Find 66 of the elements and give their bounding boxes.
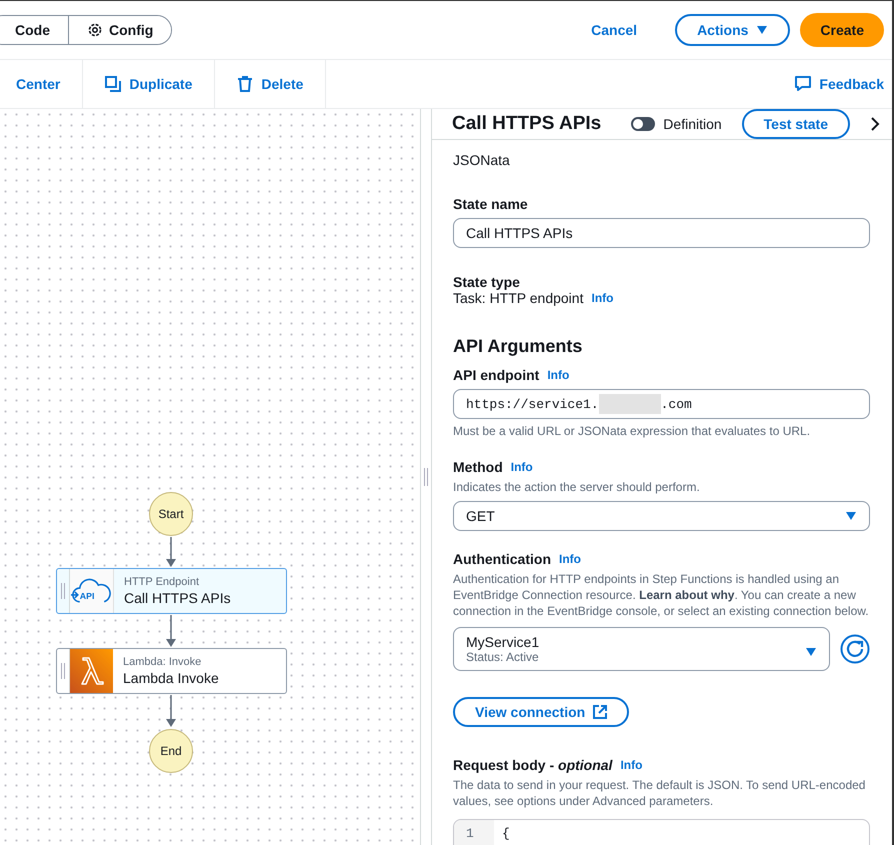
- url-text: .com: [660, 396, 692, 412]
- connector-arrow: [166, 695, 176, 727]
- info-link[interactable]: Info: [620, 758, 642, 772]
- settings-icon: [87, 22, 103, 38]
- center-button[interactable]: Center: [0, 60, 84, 108]
- cancel-button[interactable]: Cancel: [585, 21, 644, 39]
- state-type: Lambda: Invoke: [123, 656, 202, 668]
- field-label: Request body - optional: [453, 757, 612, 773]
- comment-icon: [795, 76, 812, 92]
- actions-button[interactable]: Actions: [675, 14, 790, 46]
- state-name: Lambda Invoke: [123, 670, 219, 686]
- field-description: Authentication for HTTP endpoints in Step Functions is handled using an EventBridge Connection resource. Learn about why. You can create a new connection in the EventBridge console, or select an existing connection below.: [453, 571, 870, 619]
- connection-name: MyService1: [466, 634, 540, 650]
- connector-arrow: [166, 537, 176, 567]
- state-type: HTTP Endpoint: [124, 576, 200, 588]
- caret-icon: [805, 647, 817, 657]
- state-name: Call HTTPS APIs: [124, 590, 231, 606]
- field-label: State name: [453, 196, 528, 212]
- lambda-icon: [70, 649, 113, 693]
- connection-dropdown[interactable]: MyService1 Status: Active: [453, 627, 830, 671]
- field-description: Indicates the action the server should perform.: [453, 479, 700, 495]
- api-cloud-icon: API: [70, 569, 114, 613]
- field-label: API endpoint: [453, 367, 540, 383]
- state-node[interactable]: API HTTP Endpoint Call HTTPS APIs: [56, 568, 287, 614]
- state-name-field[interactable]: Call HTTPS APIs: [453, 218, 870, 248]
- field-description: The data to send in your request. The default is JSON. To send URL-encoded values, see options under Advanced parameters.: [453, 777, 866, 809]
- info-link[interactable]: Info: [559, 552, 581, 566]
- copy-icon: [105, 76, 122, 92]
- resize-handle[interactable]: [420, 109, 432, 845]
- delete-button[interactable]: Delete: [215, 60, 326, 108]
- info-link[interactable]: Info: [510, 460, 533, 474]
- api-endpoint-field[interactable]: https://service1. .com: [453, 389, 870, 419]
- panel-title: Call HTTPS APIs: [452, 113, 602, 135]
- query-language-value: JSONata: [453, 152, 510, 168]
- toggle-switch[interactable]: [631, 117, 656, 131]
- state-type-value: Task: HTTP endpoint: [453, 290, 584, 306]
- toggle-label: Definition: [663, 116, 722, 132]
- url-text: https://service1.: [466, 396, 599, 412]
- create-button[interactable]: Create: [800, 13, 884, 47]
- duplicate-button[interactable]: Duplicate: [83, 60, 216, 108]
- code-text: {: [501, 825, 510, 843]
- line-number: 1: [454, 820, 494, 845]
- view-tab[interactable]: Config: [68, 16, 172, 44]
- caret-icon: [845, 511, 857, 521]
- field-label: State type: [453, 274, 520, 290]
- end-node[interactable]: End: [149, 729, 193, 773]
- code-editor[interactable]: 1 {: [453, 819, 870, 845]
- chevron-right-icon[interactable]: [870, 117, 880, 131]
- method-dropdown[interactable]: GET: [453, 501, 870, 531]
- connector-arrow: [166, 615, 176, 647]
- trash-icon: [237, 76, 254, 92]
- refresh-icon[interactable]: [840, 634, 870, 664]
- feedback-button[interactable]: Feedback: [795, 60, 884, 108]
- start-node[interactable]: Start: [149, 492, 193, 536]
- caret-icon: [756, 25, 768, 35]
- info-link[interactable]: Info: [591, 291, 614, 305]
- field-label: Authentication: [453, 551, 551, 567]
- field-label: Method: [453, 459, 503, 475]
- view-connection-button[interactable]: View connection: [453, 697, 630, 727]
- field-hint: Must be a valid URL or JSONata expression that evaluates to URL.: [453, 423, 810, 439]
- info-link[interactable]: Info: [547, 368, 570, 382]
- connection-status: Status: Active: [466, 650, 540, 664]
- external-link-icon: [593, 705, 608, 719]
- state-node[interactable]: Lambda: Invoke Lambda Invoke: [56, 648, 287, 694]
- section-title: API Arguments: [453, 336, 582, 357]
- test-state-button[interactable]: Test state: [742, 109, 850, 139]
